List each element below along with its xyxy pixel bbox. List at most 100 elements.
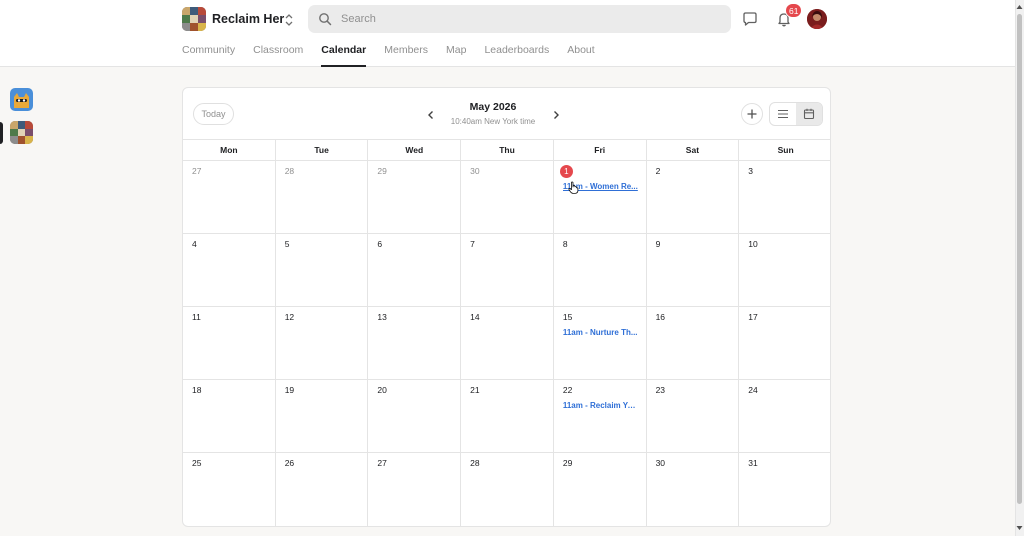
scroll-up-arrow-icon[interactable] [1016,4,1023,10]
scrollbar-thumb[interactable] [1017,14,1022,504]
weekday-mon: Mon [183,140,276,161]
today-button[interactable]: Today [193,103,234,125]
day-number: 30 [655,458,666,468]
day-number: 25 [192,458,202,468]
weekday-header: Mon Tue Wed Thu Fri Sat Sun [183,139,830,161]
day-number: 7 [470,239,475,249]
day-cell[interactable]: 4 [183,234,276,306]
day-number: 29 [377,166,387,176]
tab-calendar[interactable]: Calendar [321,44,366,67]
sidebar-group-reclaim-her[interactable] [10,121,33,144]
day-number: 16 [655,312,666,322]
day-cell[interactable]: 1 11am - Women Re... [554,161,647,233]
day-number: 22 [562,385,573,395]
chevron-updown-icon[interactable] [283,12,295,28]
group-switcher[interactable]: Reclaim Her [182,7,284,31]
tab-community[interactable]: Community [182,44,235,67]
day-cell[interactable]: 30 [461,161,554,233]
month-title: May 2026 [469,101,517,113]
calendar-week-row: 4 5 6 7 8 9 10 [183,234,830,307]
group-logo [182,7,206,31]
calendar-event-link[interactable]: 11am - Reclaim Yo... [563,401,639,410]
calendar-week-row: 27 28 29 30 1 11am - Women Re... 2 3 [183,161,830,234]
day-cell[interactable]: 3 [739,161,830,233]
day-cell[interactable]: 27 [368,453,462,526]
day-cell[interactable]: 22 11am - Reclaim Yo... [554,380,647,452]
day-cell[interactable]: 26 [276,453,369,526]
day-cell[interactable]: 23 [647,380,740,452]
day-number: 27 [192,166,202,176]
day-cell[interactable]: 7 [461,234,554,306]
calendar-card: Today May 2026 10:40am New York time Mon… [182,87,831,527]
day-cell[interactable]: 9 [647,234,740,306]
day-cell[interactable]: 15 11am - Nurture Th... [554,307,647,379]
active-group-indicator [0,122,3,144]
day-number: 2 [655,166,661,176]
day-cell[interactable]: 30 [647,453,740,526]
day-cell[interactable]: 16 [647,307,740,379]
tab-leaderboards[interactable]: Leaderboards [484,44,549,67]
day-number: 19 [284,385,295,395]
day-cell[interactable]: 13 [368,307,462,379]
search-bar[interactable] [308,5,731,33]
day-cell[interactable]: 21 [461,380,554,452]
day-number: 8 [562,239,568,249]
day-cell[interactable]: 6 [368,234,462,306]
search-input[interactable] [341,13,701,25]
day-number: 28 [470,458,480,468]
calendar-view-button[interactable] [796,103,822,125]
tab-members[interactable]: Members [384,44,428,67]
day-cell[interactable]: 28 [276,161,369,233]
day-cell[interactable]: 19 [276,380,369,452]
calendar-week-row: 11 12 13 14 15 11am - Nurture Th... 16 17 [183,307,830,380]
day-cell[interactable]: 17 [739,307,830,379]
day-number: 13 [377,312,387,322]
search-icon [319,13,332,26]
day-number: 21 [470,385,480,395]
calendar-event-link[interactable]: 11am - Women Re... [563,182,639,191]
day-cell[interactable]: 8 [554,234,647,306]
day-number: 9 [655,239,661,249]
day-cell[interactable]: 29 [554,453,647,526]
day-cell[interactable]: 28 [461,453,554,526]
tab-map[interactable]: Map [446,44,466,67]
day-number: 15 [562,312,573,322]
day-cell[interactable]: 24 [739,380,830,452]
day-number: 4 [192,239,197,249]
day-cell[interactable]: 31 [739,453,830,526]
day-number: 11 [192,312,201,322]
calendar-week-row: 25 26 27 28 29 30 31 [183,453,830,526]
day-number: 20 [377,385,387,395]
day-cell[interactable]: 5 [276,234,369,306]
sidebar-group-cat[interactable] [10,88,33,111]
day-cell[interactable]: 25 [183,453,276,526]
today-day-number: 1 [559,165,573,178]
day-cell[interactable]: 18 [183,380,276,452]
calendar-week-row: 18 19 20 21 22 11am - Reclaim Yo... 23 24 [183,380,830,453]
list-view-button[interactable] [770,103,796,125]
day-number: 18 [192,385,202,395]
day-number: 17 [748,312,758,322]
day-cell[interactable]: 29 [368,161,462,233]
day-cell[interactable]: 10 [739,234,830,306]
main-nav: Community Classroom Calendar Members Map… [182,44,613,67]
day-cell[interactable]: 14 [461,307,554,379]
scroll-down-arrow-icon[interactable] [1016,525,1023,531]
chat-icon[interactable] [742,11,758,27]
day-number: 28 [284,166,295,176]
avatar[interactable] [807,9,827,29]
chevron-right-icon[interactable] [549,108,563,122]
weekday-tue: Tue [276,140,369,161]
day-cell[interactable]: 11 [183,307,276,379]
day-cell[interactable]: 27 [183,161,276,233]
calendar-weeks: 27 28 29 30 1 11am - Women Re... 2 3 4 5 6 7 8 9 10 11 1… [183,161,830,526]
tab-classroom[interactable]: Classroom [253,44,303,67]
day-number: 31 [748,458,758,468]
add-event-button[interactable] [741,103,763,125]
day-cell[interactable]: 2 [647,161,740,233]
day-cell[interactable]: 12 [276,307,369,379]
day-cell[interactable]: 20 [368,380,462,452]
calendar-event-link[interactable]: 11am - Nurture Th... [563,328,639,337]
timezone-label: 10:40am New York time [450,117,536,126]
tab-about[interactable]: About [567,44,594,67]
